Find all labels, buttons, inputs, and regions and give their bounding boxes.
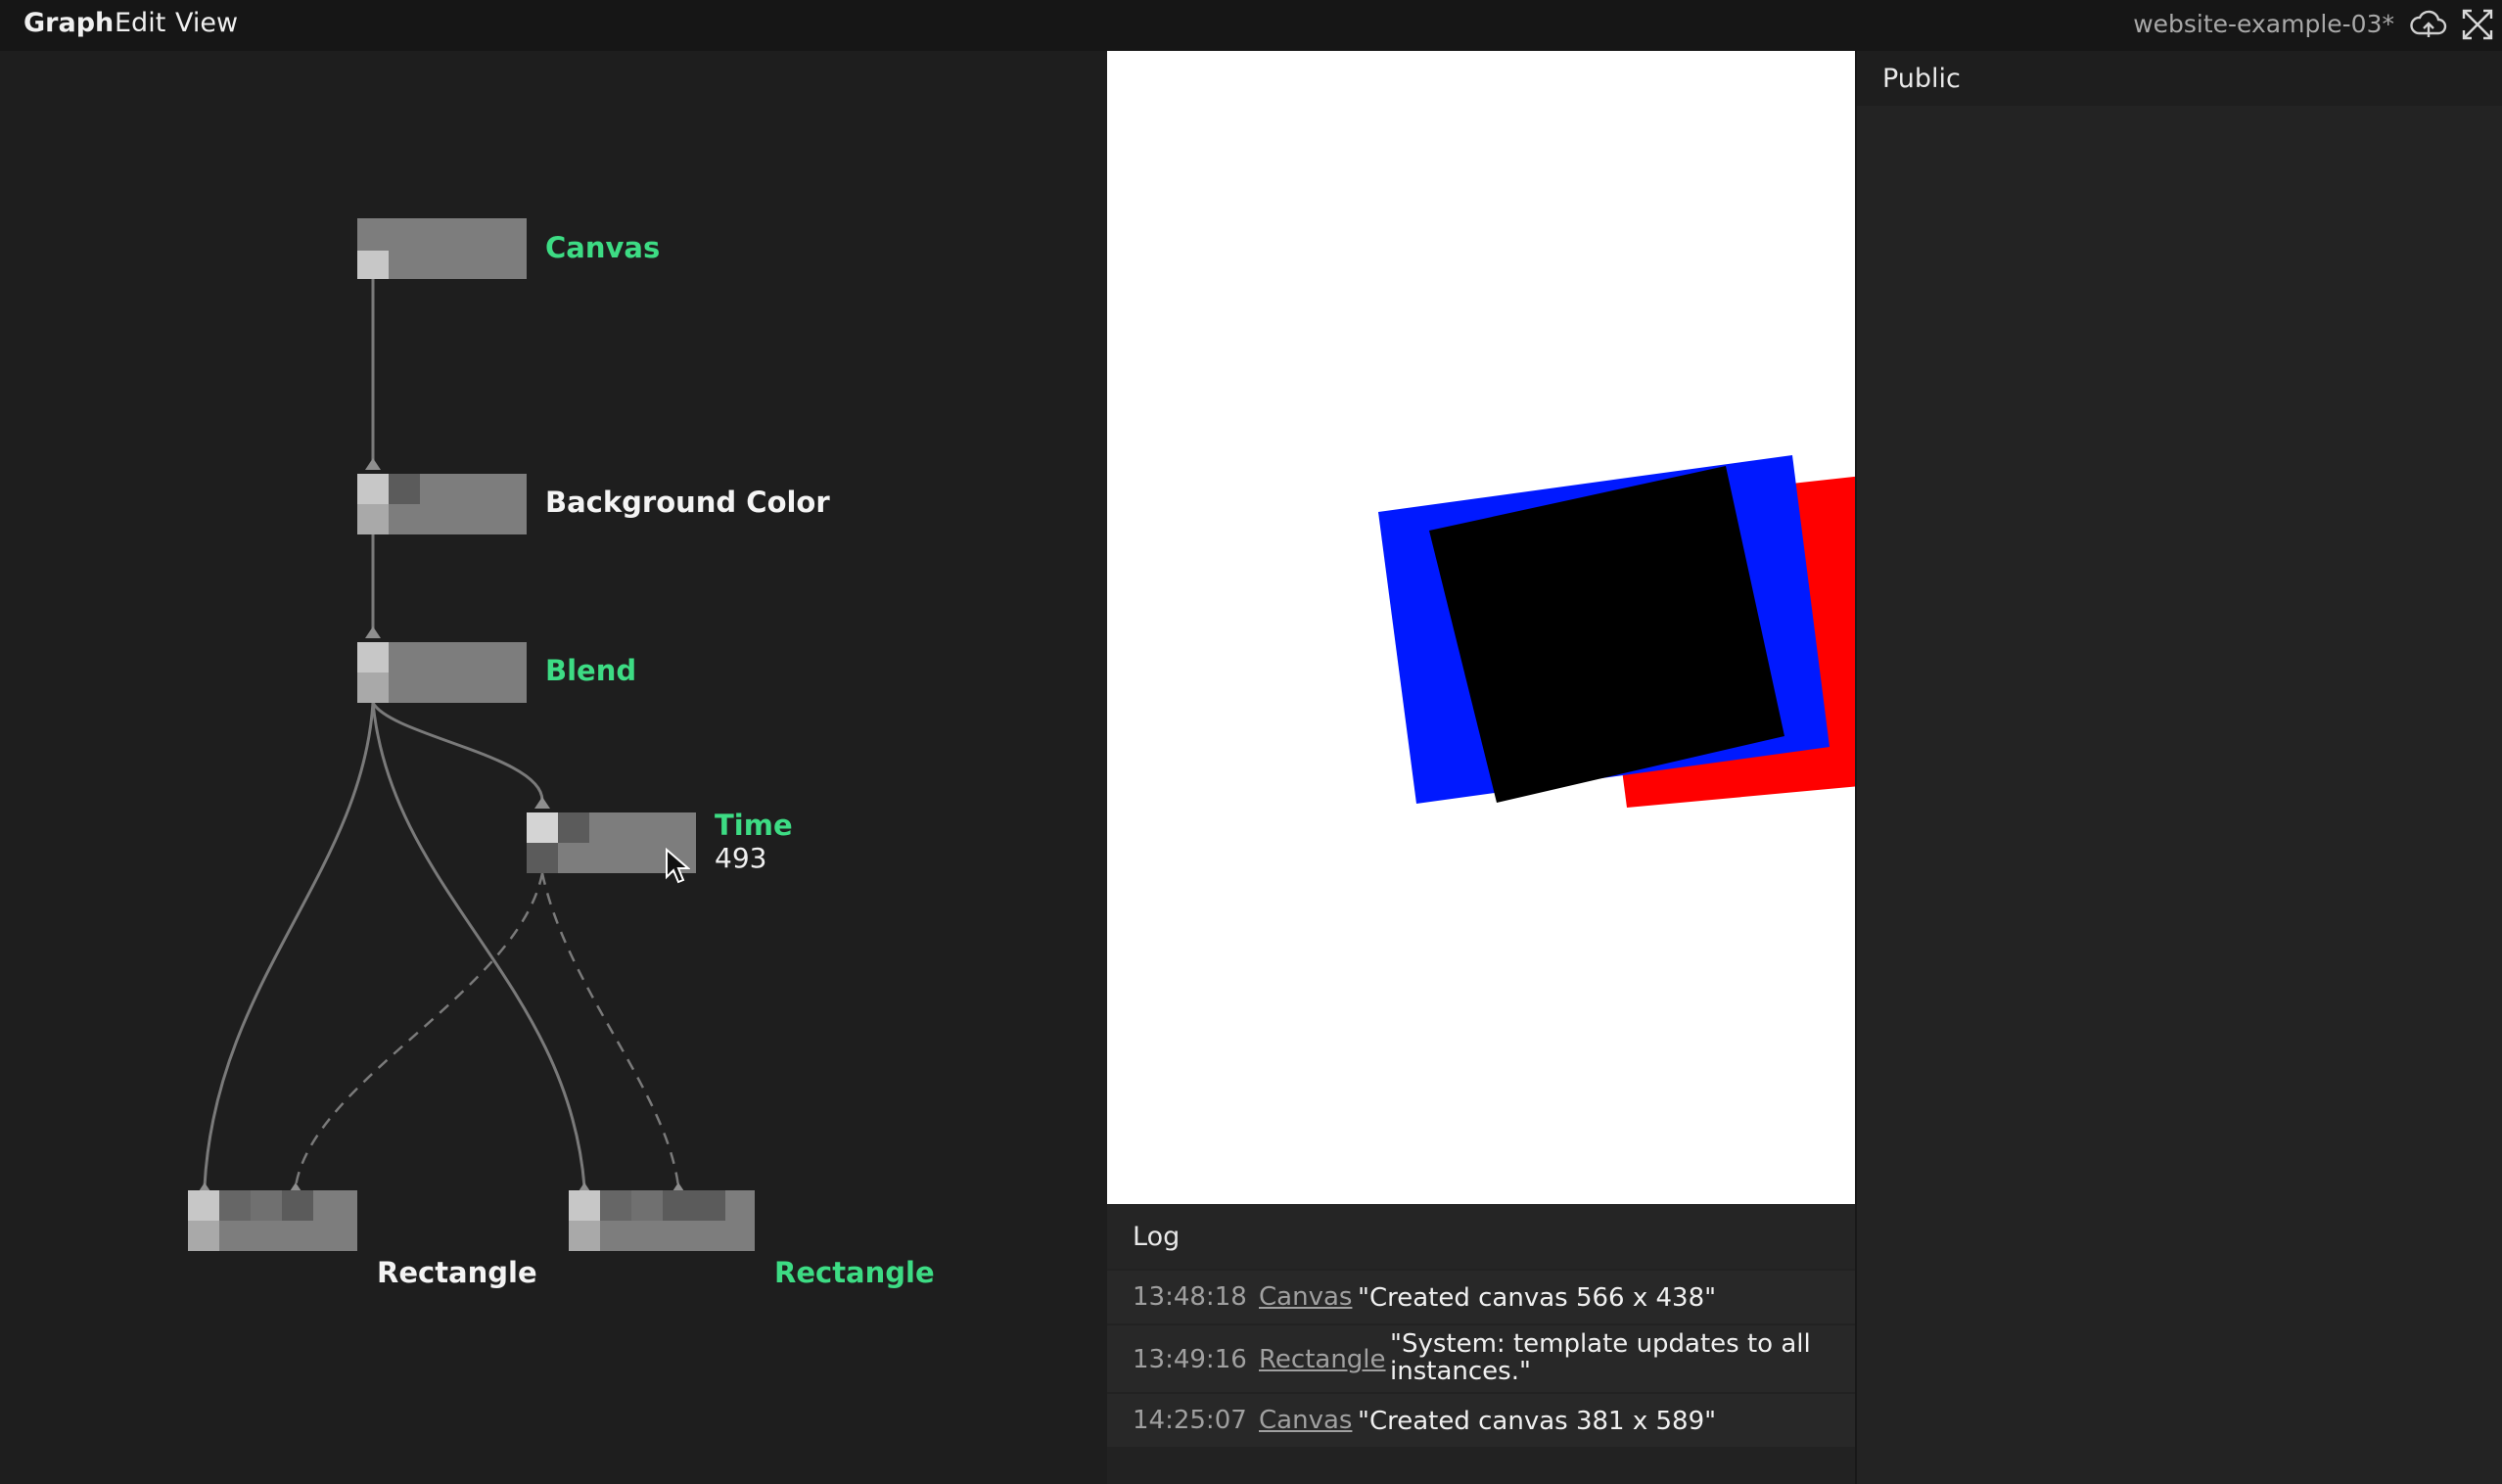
background-color-port[interactable] [389,474,420,504]
menu-view[interactable]: View [175,8,238,38]
log-entry: 13:48:18 Canvas "Created canvas 566 x 43… [1107,1271,1855,1323]
log-entry-time: 13:49:16 [1133,1345,1247,1374]
rectangle-1-param-port-c[interactable] [282,1190,313,1221]
wire-blend-rectangle-1 [203,702,375,1187]
rectangle-1-param-port-b[interactable] [251,1190,282,1221]
node-canvas[interactable] [357,218,527,279]
blend-inlet-port[interactable] [357,642,389,672]
log-title: Log [1133,1222,1181,1252]
menu-edit[interactable]: Edit [115,8,165,38]
document-title: website-example-03* [2133,10,2394,38]
node-blend[interactable] [357,642,527,703]
preview-rendering [1378,455,1855,808]
log-entry-source-link[interactable]: Rectangle [1259,1345,1386,1374]
wire-blend-rectangle-2 [371,702,586,1187]
log-entry-time: 13:48:18 [1133,1282,1247,1312]
top-menu-bar: Graph Edit View website-example-03* [0,0,2502,51]
node-graph-editor[interactable]: Canvas Background Color Blend Time 493 R… [0,51,1107,1484]
canvas-outlet-port[interactable] [357,251,389,279]
wire-blend-time [371,702,544,802]
rectangle-2-param-port-a[interactable] [600,1190,631,1221]
mouse-pointer-icon [666,848,690,884]
parameters-header: Public [1857,51,2502,106]
rectangle-2-outlet-port[interactable] [569,1221,600,1251]
log-entry-source-link[interactable]: Canvas [1259,1282,1352,1312]
log-entry: 13:49:16 Rectangle "System: template upd… [1107,1325,1855,1392]
node-canvas-label: Canvas [545,231,661,264]
rectangle-2-inlet-port[interactable] [569,1190,600,1221]
node-time-label: Time [715,809,793,842]
rectangle-2-param-port-d[interactable] [694,1190,725,1221]
canvas-preview[interactable] [1107,51,1855,1204]
node-background-color[interactable] [357,474,527,534]
time-param-port[interactable] [558,812,589,843]
node-rectangle-2[interactable] [569,1190,755,1251]
graph-connections [197,278,686,1194]
log-entry-time: 14:25:07 [1133,1406,1247,1435]
log-entry-message-line-1: "System: template updates to all [1390,1329,1811,1359]
log-panel: Log 13:48:18 Canvas "Created canvas 566 … [1107,1204,1855,1484]
node-blend-label: Blend [545,654,637,687]
wire-time-rectangle-2 [540,872,680,1187]
log-entry-message: "Created canvas 381 x 589" [1358,1407,1717,1436]
node-rectangle-1-label: Rectangle [377,1256,537,1289]
rectangle-2-param-port-b[interactable] [631,1190,663,1221]
node-rectangle-1[interactable] [188,1190,357,1251]
background-inlet-port[interactable] [357,474,389,504]
wire-time-rectangle-1 [294,872,544,1187]
log-entry-message: "Created canvas 566 x 438" [1358,1283,1717,1313]
node-time-value: 493 [715,842,767,874]
parameters-panel: Public [1855,51,2502,1484]
rectangle-1-outlet-port[interactable] [188,1221,219,1251]
log-entry: 14:25:07 Canvas "Created canvas 381 x 58… [1107,1394,1855,1447]
rectangle-2-param-port-c[interactable] [663,1190,694,1221]
rectangle-1-param-port-a[interactable] [219,1190,251,1221]
rectangle-1-inlet-port[interactable] [188,1190,219,1221]
node-background-color-label: Background Color [545,486,830,519]
time-outlet-port[interactable] [527,843,558,873]
blend-outlet-port[interactable] [357,672,389,703]
log-header: Log [1107,1204,1855,1269]
fullscreen-icon[interactable] [2459,8,2496,41]
parameters-title: Public [1882,64,1961,94]
time-inlet-port[interactable] [527,812,558,843]
log-entry-message-line-2: instances." [1390,1357,1531,1386]
menu-graph[interactable]: Graph [23,8,114,38]
node-rectangle-2-label: Rectangle [774,1256,935,1289]
cloud-upload-icon[interactable] [2410,8,2447,41]
log-entry-source-link[interactable]: Canvas [1259,1406,1352,1435]
background-outlet-port[interactable] [357,504,389,534]
